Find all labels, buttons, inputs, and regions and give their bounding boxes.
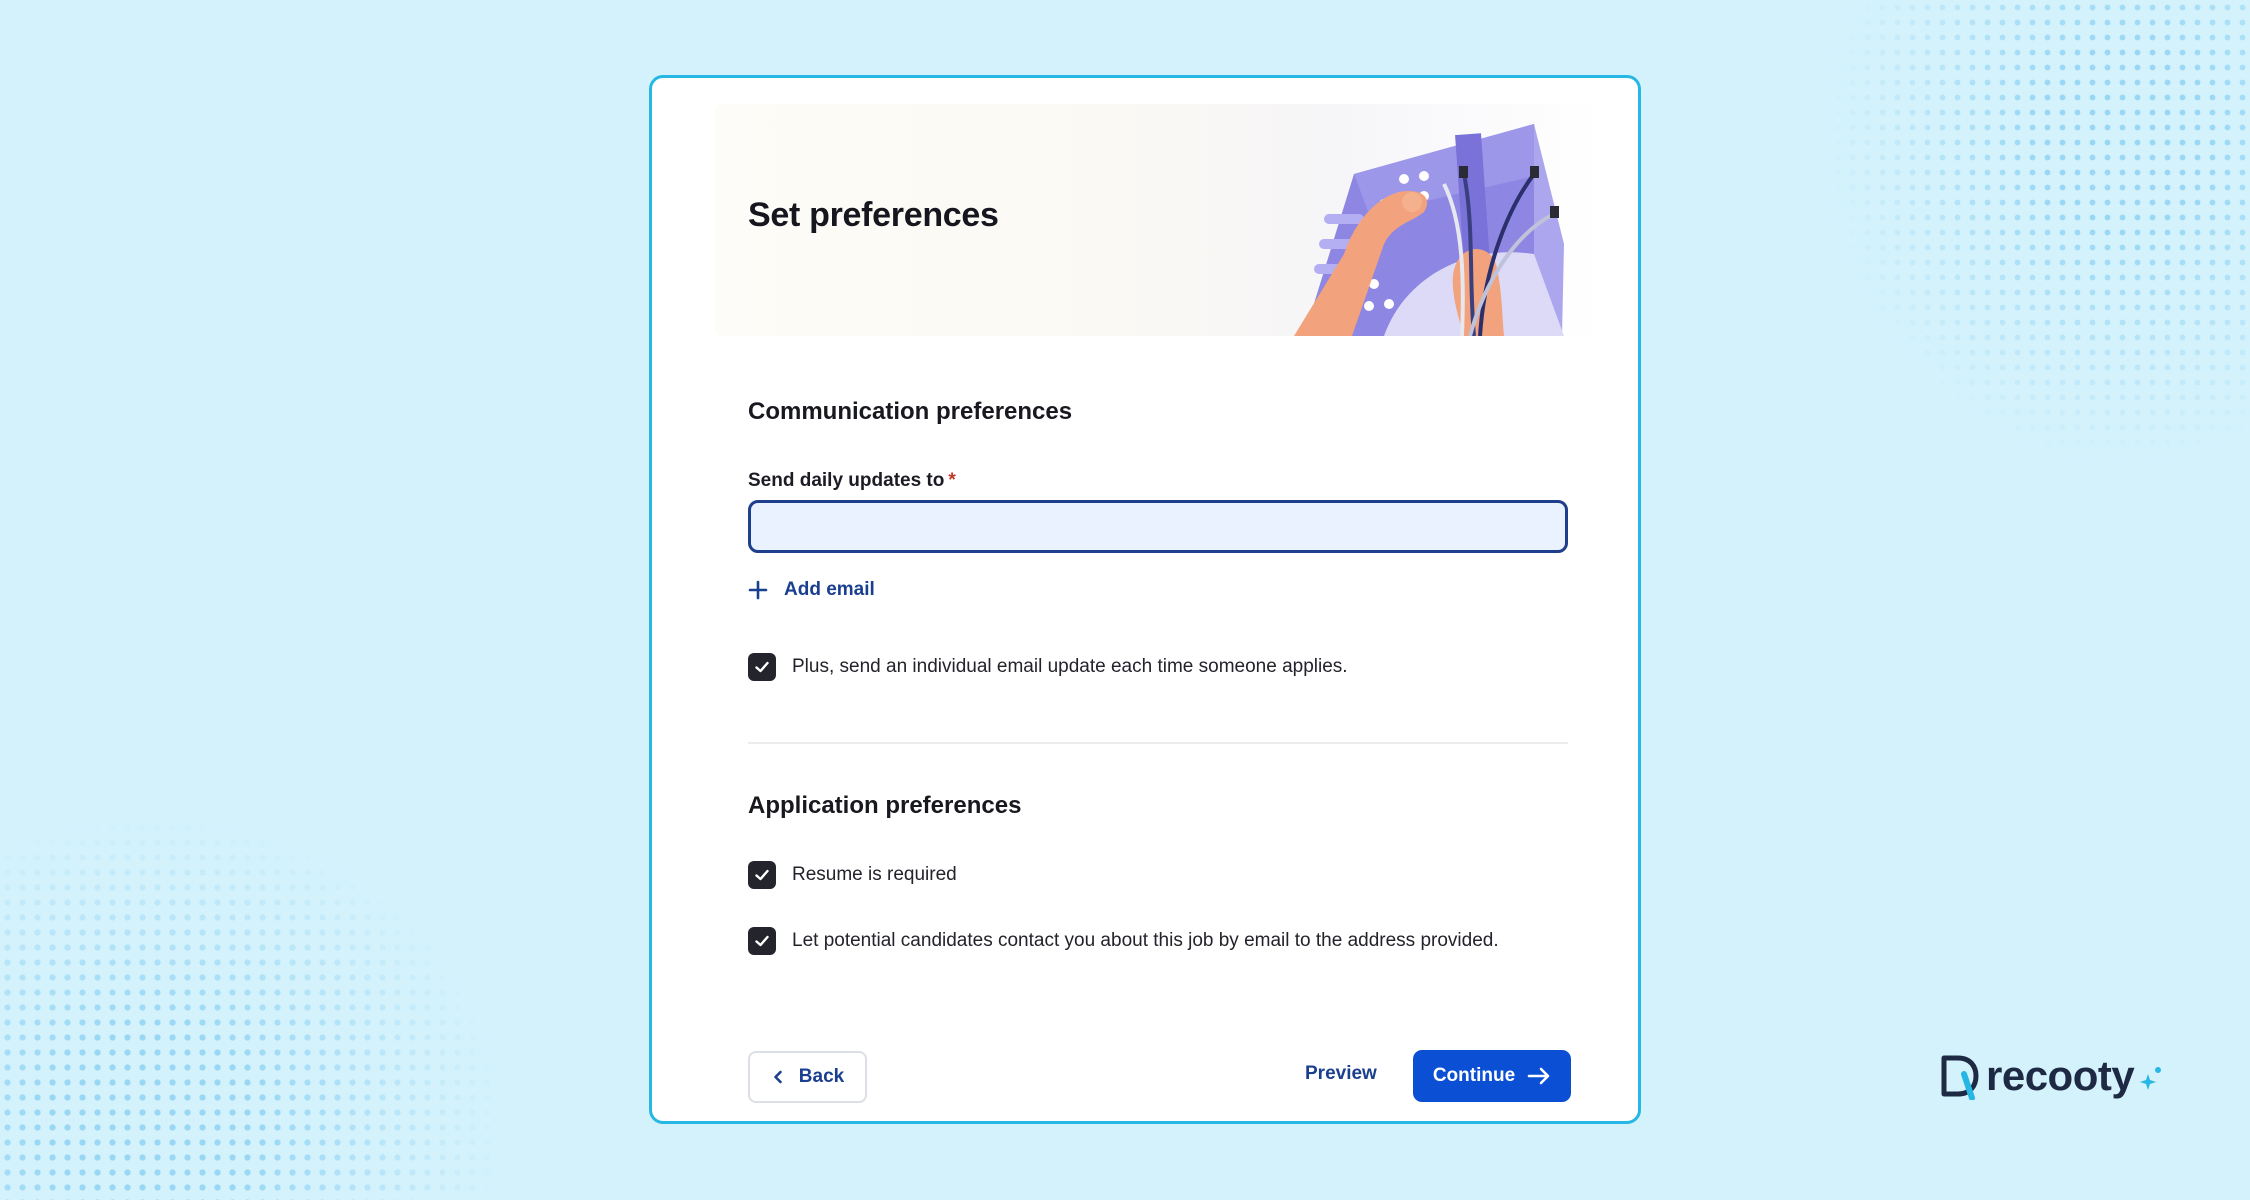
candidate-contact-option: Let potential candidates contact you abo… <box>748 927 1499 955</box>
page-title: Set preferences <box>748 196 999 234</box>
hero-banner: Set preferences <box>714 104 1602 336</box>
plus-icon <box>748 580 768 600</box>
back-button-label: Back <box>798 1066 845 1087</box>
brand-logo: recooty <box>1938 1050 2162 1102</box>
check-icon <box>755 869 769 881</box>
decorative-dots-top-right <box>1830 0 2250 460</box>
arrow-right-icon <box>1527 1067 1550 1085</box>
individual-update-label: Plus, send an individual email update ea… <box>792 656 1348 677</box>
daily-updates-email-input[interactable] <box>748 500 1568 553</box>
sparkle-icon <box>2140 1067 2162 1090</box>
communication-section-title: Communication preferences <box>748 398 1073 425</box>
decorative-dots-bottom-left <box>0 820 500 1200</box>
chevron-left-icon <box>773 1070 782 1084</box>
preferences-card: Set preferences Communication preference… <box>649 75 1641 1124</box>
check-icon <box>755 935 769 947</box>
check-icon <box>755 661 769 673</box>
preview-link[interactable]: Preview <box>1305 1063 1377 1085</box>
individual-update-option: Plus, send an individual email update ea… <box>748 653 1348 681</box>
back-button[interactable]: Back <box>748 1051 867 1103</box>
daily-updates-label: Send daily updates to * <box>748 470 956 491</box>
recooty-logo-icon <box>1941 1055 1979 1100</box>
application-section-title: Application preferences <box>748 792 1022 819</box>
continue-button-label: Continue <box>1432 1065 1516 1086</box>
candidate-contact-checkbox[interactable] <box>748 927 776 955</box>
resume-required-checkbox[interactable] <box>748 861 776 889</box>
resume-required-option: Resume is required <box>748 861 957 889</box>
candidate-contact-label: Let potential candidates contact you abo… <box>792 930 1499 951</box>
individual-update-checkbox[interactable] <box>748 653 776 681</box>
resume-required-label: Resume is required <box>792 864 957 885</box>
add-email-label: Add email <box>784 579 875 600</box>
continue-button[interactable]: Continue <box>1413 1050 1571 1102</box>
add-email-button[interactable]: Add email <box>748 575 875 605</box>
section-divider <box>748 742 1568 744</box>
brand-name: recooty <box>1986 1052 2135 1099</box>
hero-illustration <box>1294 124 1564 336</box>
required-marker: * <box>948 470 956 491</box>
